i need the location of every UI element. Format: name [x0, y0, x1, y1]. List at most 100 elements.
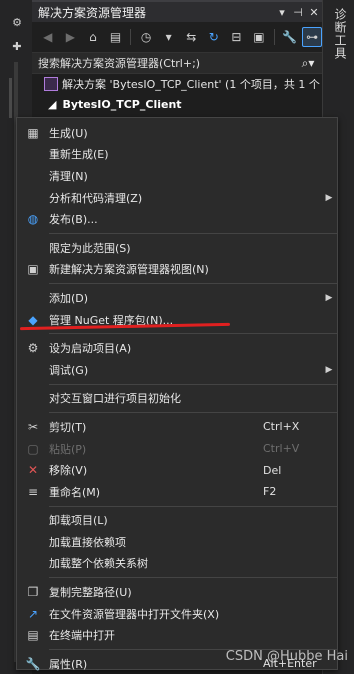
menu-item-label: 在终端中打开: [49, 629, 115, 643]
menu-item-label: 卸载项目(L): [49, 514, 108, 528]
menu-item-label: 复制完整路径(U): [49, 586, 132, 600]
show-all-files-icon[interactable]: ▣: [249, 27, 269, 47]
menu-item-label: 重命名(M): [49, 485, 101, 499]
menu-item-terminal[interactable]: ▤ 在终端中打开: [17, 624, 337, 646]
menu-item-label: 设为启动项目(A): [49, 342, 132, 356]
dropdown-icon[interactable]: ▾: [274, 6, 290, 19]
history-dropdown-icon[interactable]: ▾: [159, 27, 179, 47]
menu-item-label: 剪切(T): [49, 420, 87, 434]
menu-item-shortcut: Del: [263, 463, 282, 477]
menu-icon-slot: [17, 510, 49, 532]
menu-item-label: 发布(B)...: [49, 213, 98, 227]
menu-icon-slot: [17, 187, 49, 209]
menu-item-unload[interactable]: 卸载项目(L): [17, 510, 337, 532]
search-icon[interactable]: ⌕▾: [294, 56, 322, 71]
menu-item-label: 添加(D): [49, 291, 89, 305]
menu-separator: [49, 283, 337, 285]
menu-icon-slot: [17, 359, 49, 381]
menu-item-shortcut: F2: [263, 485, 277, 499]
pin-icon[interactable]: ⊣: [290, 6, 306, 19]
menu-separator: [49, 383, 337, 385]
properties-icon[interactable]: 🔧: [280, 27, 300, 47]
submenu-arrow-icon: ▶: [325, 292, 333, 303]
menu-icon-slot: [17, 165, 49, 187]
gear-icon[interactable]: ⚙: [10, 16, 24, 30]
switch-views-icon[interactable]: ▤: [106, 27, 126, 47]
collapse-all-icon[interactable]: ⊟: [227, 27, 247, 47]
scissors-icon: ✂: [27, 419, 39, 434]
menu-item-publish[interactable]: ◍ 发布(B)...: [17, 208, 337, 230]
forward-icon[interactable]: ▶: [61, 27, 81, 47]
menu-item-paste: ▢ 粘贴(P) Ctrl+V: [17, 438, 337, 460]
project-label: BytesIO_TCP_Client: [62, 97, 182, 111]
menu-separator: [49, 412, 337, 414]
menu-item-label: 移除(V): [49, 464, 88, 478]
menu-item-remove[interactable]: ✕ 移除(V) Del: [17, 459, 337, 481]
menu-icon-slot: [17, 144, 49, 166]
search-input[interactable]: 搜索解决方案资源管理器(Ctrl+;): [38, 55, 294, 71]
refresh-icon[interactable]: ↻: [204, 27, 224, 47]
panel-title: 解决方案资源管理器: [38, 5, 147, 20]
menu-item-rebuild[interactable]: 重新生成(E): [17, 144, 337, 166]
remove-icon: ✕: [27, 463, 39, 478]
menu-item-label: 生成(U): [49, 126, 88, 140]
menu-item-label: 加载直接依赖项: [49, 535, 126, 549]
menu-separator: [49, 232, 337, 234]
menu-item-cut[interactable]: ✂ 剪切(T) Ctrl+X: [17, 416, 337, 438]
menu-icon-slot: [17, 237, 49, 259]
menu-item-label: 分析和代码清理(Z): [49, 191, 143, 205]
menu-item-rename[interactable]: ≡ 重命名(M) F2: [17, 481, 337, 503]
menu-item-openfolder[interactable]: ↗ 在文件资源管理器中打开文件夹(X): [17, 603, 337, 625]
menu-item-startup[interactable]: ⚙ 设为启动项目(A): [17, 337, 337, 359]
solution-node[interactable]: 解决方案 'BytesIO_TCP_Client' (1 个项目，共 1 个: [32, 74, 322, 94]
menu-item-label: 限定为此范围(S): [49, 241, 131, 255]
menu-item-label: 清理(N): [49, 169, 88, 183]
menu-item-analyze[interactable]: 分析和代码清理(Z) ▶: [17, 187, 337, 209]
build-icon: ▦: [27, 125, 39, 140]
expand-chevron-icon[interactable]: ◢: [48, 98, 56, 111]
project-node[interactable]: ◢ BytesIO_TCP_Client: [32, 94, 322, 114]
menu-icon-slot: [17, 553, 49, 575]
menu-icon-slot: [17, 531, 49, 553]
menu-item-newview[interactable]: ▣ 新建解决方案资源管理器视图(N): [17, 259, 337, 281]
menu-item-shortcut: Ctrl+X: [263, 420, 300, 434]
menu-item-shortcut: Ctrl+V: [263, 442, 300, 456]
menu-separator: [49, 505, 337, 507]
menu-item-debug[interactable]: 调试(G) ▶: [17, 359, 337, 381]
sync-icon[interactable]: ⇆: [181, 27, 201, 47]
home-icon[interactable]: ⌂: [83, 27, 103, 47]
copy-icon: ❐: [27, 585, 39, 600]
menu-separator: [49, 333, 337, 335]
toolbar-separator: [130, 29, 132, 45]
menu-item-label: 调试(G): [49, 363, 89, 377]
toolbar-separator: [273, 29, 275, 45]
gear-icon: ⚙: [27, 341, 39, 356]
back-icon[interactable]: ◀: [38, 27, 58, 47]
panel-toolbar: ◀ ▶ ⌂ ▤ ◷ ▾ ⇆ ↻ ⊟ ▣ 🔧 ⊶: [32, 22, 322, 52]
menu-item-add[interactable]: 添加(D) ▶: [17, 287, 337, 309]
submenu-arrow-icon: ▶: [325, 192, 333, 203]
menu-item-loaddirect[interactable]: 加载直接依赖项: [17, 531, 337, 553]
terminal-icon: ▤: [27, 628, 39, 643]
paste-icon: ▢: [27, 441, 39, 456]
globe-icon: ◍: [27, 212, 39, 227]
menu-item-clean[interactable]: 清理(N): [17, 165, 337, 187]
menu-item-copypath[interactable]: ❐ 复制完整路径(U): [17, 581, 337, 603]
close-icon[interactable]: ✕: [306, 6, 322, 19]
solution-icon: [44, 77, 58, 91]
menu-item-scope[interactable]: 限定为此范围(S): [17, 237, 337, 259]
menu-item-build[interactable]: ▦ 生成(U): [17, 122, 337, 144]
pin-icon[interactable]: ✚: [10, 40, 24, 54]
menu-item-loadtree[interactable]: 加载整个依赖关系树: [17, 553, 337, 575]
menu-item-label: 粘贴(P): [49, 442, 87, 456]
history-icon[interactable]: ◷: [136, 27, 156, 47]
rename-icon: ≡: [27, 484, 39, 499]
search-box[interactable]: 搜索解决方案资源管理器(Ctrl+;) ⌕▾: [32, 52, 322, 74]
wrench-icon: 🔧: [25, 656, 41, 671]
menu-item-label: 新建解决方案资源管理器视图(N): [49, 263, 209, 277]
submenu-arrow-icon: ▶: [325, 364, 333, 375]
preview-icon[interactable]: ⊶: [302, 27, 322, 47]
menu-item-interactive[interactable]: 对交互窗口进行项目初始化: [17, 388, 337, 410]
diagnostic-tools-tab[interactable]: 诊断工具: [327, 8, 349, 68]
tree-indent-guide: [9, 78, 12, 118]
